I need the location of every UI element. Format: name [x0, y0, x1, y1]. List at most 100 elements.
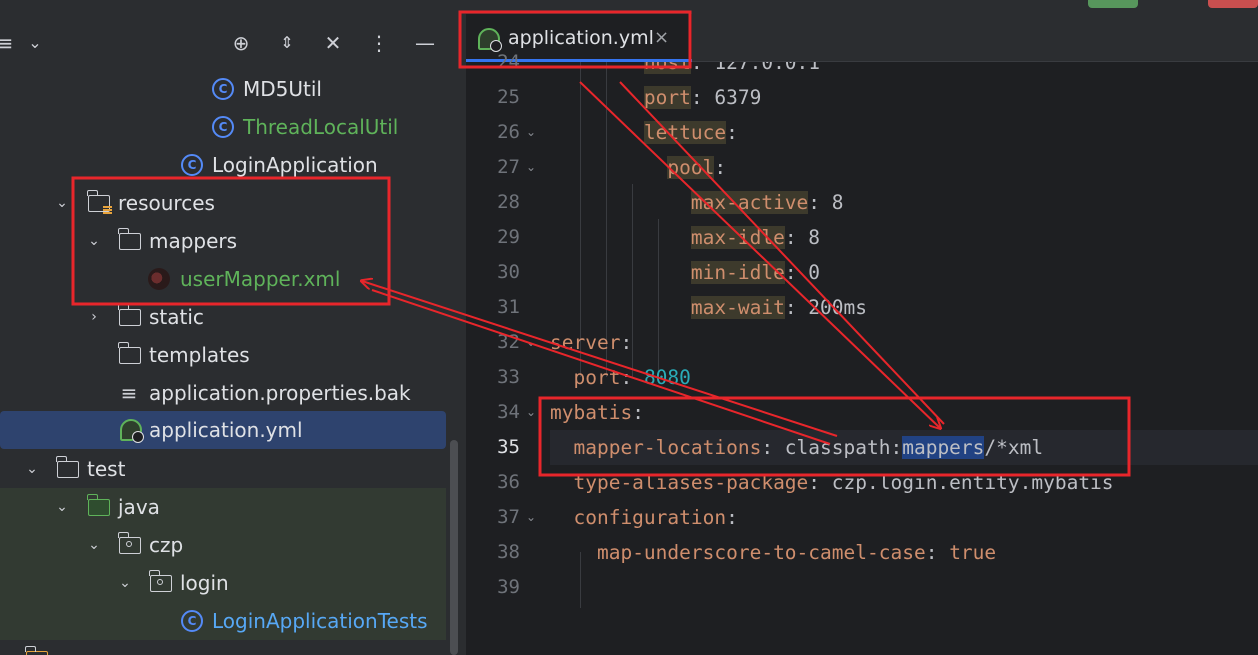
- code-token: mybatis: [550, 401, 633, 424]
- close-icon[interactable]: ×: [654, 14, 669, 62]
- chevron-down-icon[interactable]: ⌄: [115, 564, 135, 602]
- code-token: :: [726, 506, 738, 529]
- code-token: 8080: [643, 366, 691, 389]
- line-number: 36: [497, 471, 520, 493]
- code-line[interactable]: port: 6379: [550, 80, 1258, 115]
- tree-item-resources[interactable]: ⌄ resources: [0, 184, 446, 222]
- text-file-icon: ≡: [120, 381, 138, 405]
- fold-chevron-icon[interactable]: ⌄: [526, 115, 536, 150]
- java-folder-icon: [87, 494, 110, 516]
- code-line[interactable]: mybatis:: [550, 395, 1258, 430]
- code-line[interactable]: max-idle: 8: [550, 220, 1258, 255]
- spring-class-icon: C: [181, 154, 203, 176]
- code-line[interactable]: port: 8080: [550, 360, 1258, 395]
- code-token: :: [925, 541, 950, 564]
- code-line[interactable]: lettuce:: [550, 115, 1258, 150]
- tree-item-usermapper-xml[interactable]: userMapper.xml: [0, 260, 446, 298]
- fold-chevron-icon[interactable]: ⌄: [526, 395, 536, 430]
- tree-item-test[interactable]: ⌄ test: [0, 450, 446, 488]
- class-icon: C: [212, 116, 234, 138]
- chevron-down-icon[interactable]: ⌄: [22, 450, 42, 488]
- spring-yml-icon: [120, 419, 144, 443]
- tree-item-label: userMapper.xml: [180, 267, 341, 291]
- line-number: 38: [497, 541, 520, 563]
- tree-item-loginapplication[interactable]: C LoginApplication: [0, 146, 446, 184]
- code-token: :: [726, 121, 738, 144]
- line-number: 34: [497, 401, 520, 423]
- code-token: : 8: [784, 226, 821, 249]
- code-line[interactable]: configuration:: [550, 500, 1258, 535]
- minimize-icon[interactable]: —: [412, 30, 438, 56]
- more-icon[interactable]: ⋮: [366, 30, 392, 56]
- list-icon[interactable]: ≡: [0, 30, 18, 56]
- tree-item-java[interactable]: ⌄ java: [0, 488, 446, 526]
- tree-item-label: templates: [149, 343, 250, 367]
- crosshair-icon[interactable]: ⊕: [228, 30, 254, 56]
- fold-chevron-icon[interactable]: ⌄: [526, 325, 536, 360]
- code-line[interactable]: min-idle: 0: [550, 255, 1258, 290]
- tree-item-application-properties-bak[interactable]: ≡ application.properties.bak: [0, 374, 446, 412]
- code-token: true: [949, 541, 997, 564]
- chevron-down-icon[interactable]: ⌄: [52, 184, 72, 222]
- line-number: 33: [497, 366, 520, 388]
- project-scrollbar[interactable]: [450, 440, 458, 655]
- tree-item-application-yml[interactable]: application.yml: [0, 411, 446, 449]
- code-line[interactable]: max-active: 8: [550, 185, 1258, 220]
- tree-item-static[interactable]: › static: [0, 298, 446, 336]
- tree-item-login[interactable]: ⌄ login: [0, 564, 446, 602]
- code-token: port: [573, 366, 621, 389]
- editor-tab-bar: application.yml ×: [466, 0, 1258, 62]
- code-line[interactable]: type-aliases-package: czp.login.entity.m…: [550, 465, 1258, 500]
- line-number: 32: [497, 331, 520, 353]
- chevron-down-icon[interactable]: ⌄: [84, 526, 104, 564]
- code-line[interactable]: [550, 570, 1258, 605]
- code-token: map-underscore-to-camel-case: [596, 541, 926, 564]
- tree-item-mappers[interactable]: ⌄ mappers: [0, 222, 446, 260]
- code-line[interactable]: mapper-locations: classpath:mappers/*xml: [550, 430, 1258, 465]
- tree-item-czp[interactable]: ⌄ czp: [0, 526, 446, 564]
- tree-item-partial: [0, 640, 446, 655]
- tree-item-templates[interactable]: templates: [0, 336, 446, 374]
- code-token: mapper-locations: [573, 436, 762, 459]
- tree-item-label: login: [180, 571, 229, 595]
- code-line[interactable]: pool:: [550, 150, 1258, 185]
- chevron-down-icon[interactable]: ⌄: [22, 30, 48, 56]
- resources-folder-icon: [87, 190, 112, 214]
- chevron-down-icon[interactable]: ⌄: [52, 488, 72, 526]
- code-token: port: [643, 86, 691, 109]
- tree-item-loginapplicationtests[interactable]: C LoginApplicationTests: [0, 602, 446, 640]
- code-token: host: [643, 62, 691, 74]
- expand-icon[interactable]: ⇕: [274, 30, 300, 56]
- code-line[interactable]: server:: [550, 325, 1258, 360]
- code-token: : 8: [808, 191, 844, 214]
- code-line[interactable]: max-wait: 200ms: [550, 290, 1258, 325]
- code-token: /*xml: [984, 436, 1044, 459]
- chevron-down-icon[interactable]: ⌄: [84, 222, 104, 260]
- mybatis-icon: [148, 268, 170, 290]
- code-token: : 0: [784, 261, 821, 284]
- fold-chevron-icon[interactable]: ⌄: [526, 500, 536, 535]
- code-token: type-aliases-package: [573, 471, 809, 494]
- code-line[interactable]: map-underscore-to-camel-case: true: [550, 535, 1258, 570]
- stop-button[interactable]: [1208, 0, 1258, 8]
- line-number: 26: [497, 121, 520, 143]
- package-icon: [149, 570, 172, 592]
- code-token: max-idle: [690, 226, 785, 249]
- fold-chevron-icon[interactable]: ⌄: [526, 150, 536, 185]
- tree-item-md5util[interactable]: C MD5Util: [0, 70, 446, 108]
- tree-item-threadlocalutil[interactable]: C ThreadLocalUtil: [0, 108, 446, 146]
- editor: application.yml × 24 25 26 ⌄ 27 ⌄ 28 29 30 31 32 ⌄ 3…: [466, 0, 1258, 655]
- code-token: : 6379: [690, 86, 762, 109]
- run-button[interactable]: [1088, 0, 1138, 8]
- line-number: 37: [497, 506, 520, 528]
- collapse-icon[interactable]: ✕: [320, 30, 346, 56]
- chevron-right-icon[interactable]: ›: [84, 298, 104, 336]
- code-area[interactable]: host: 127.0.0.1 port: 6379 lettuce: pool…: [550, 62, 1258, 655]
- code-line[interactable]: host: 127.0.0.1: [550, 62, 1258, 80]
